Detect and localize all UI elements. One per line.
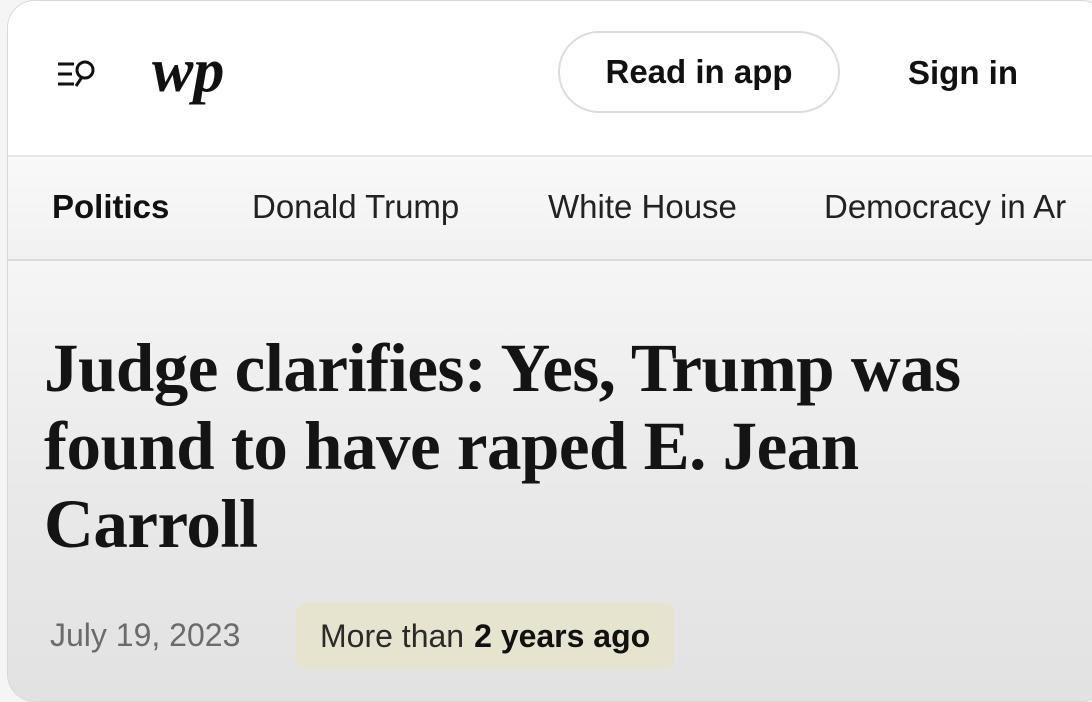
article-age-badge: More than 2 years ago — [296, 603, 675, 669]
age-prefix: More than — [320, 617, 465, 654]
top-bar: wp Read in app Sign in — [8, 1, 1092, 157]
sign-in-link[interactable]: Sign in — [908, 51, 1018, 95]
app-window: wp Read in app Sign in Politics Donald T… — [7, 0, 1092, 702]
nav-item-politics[interactable]: Politics — [52, 187, 169, 227]
logo-text: wp — [152, 39, 224, 105]
washington-post-logo[interactable]: wp — [150, 39, 246, 113]
article-headline[interactable]: Judge clarifies: Yes, Trump was found to… — [44, 329, 1044, 563]
menu-search-icon[interactable] — [54, 56, 104, 92]
read-in-app-label: Read in app — [605, 53, 793, 90]
section-nav: Politics Donald Trump White House Democr… — [8, 157, 1092, 261]
age-value: 2 years ago — [474, 617, 651, 654]
nav-item-donald-trump[interactable]: Donald Trump — [252, 187, 459, 227]
nav-item-white-house[interactable]: White House — [548, 187, 737, 227]
read-in-app-button[interactable]: Read in app — [558, 31, 840, 113]
article-date: July 19, 2023 — [50, 617, 241, 653]
nav-item-democracy[interactable]: Democracy in Ar — [824, 187, 1066, 227]
